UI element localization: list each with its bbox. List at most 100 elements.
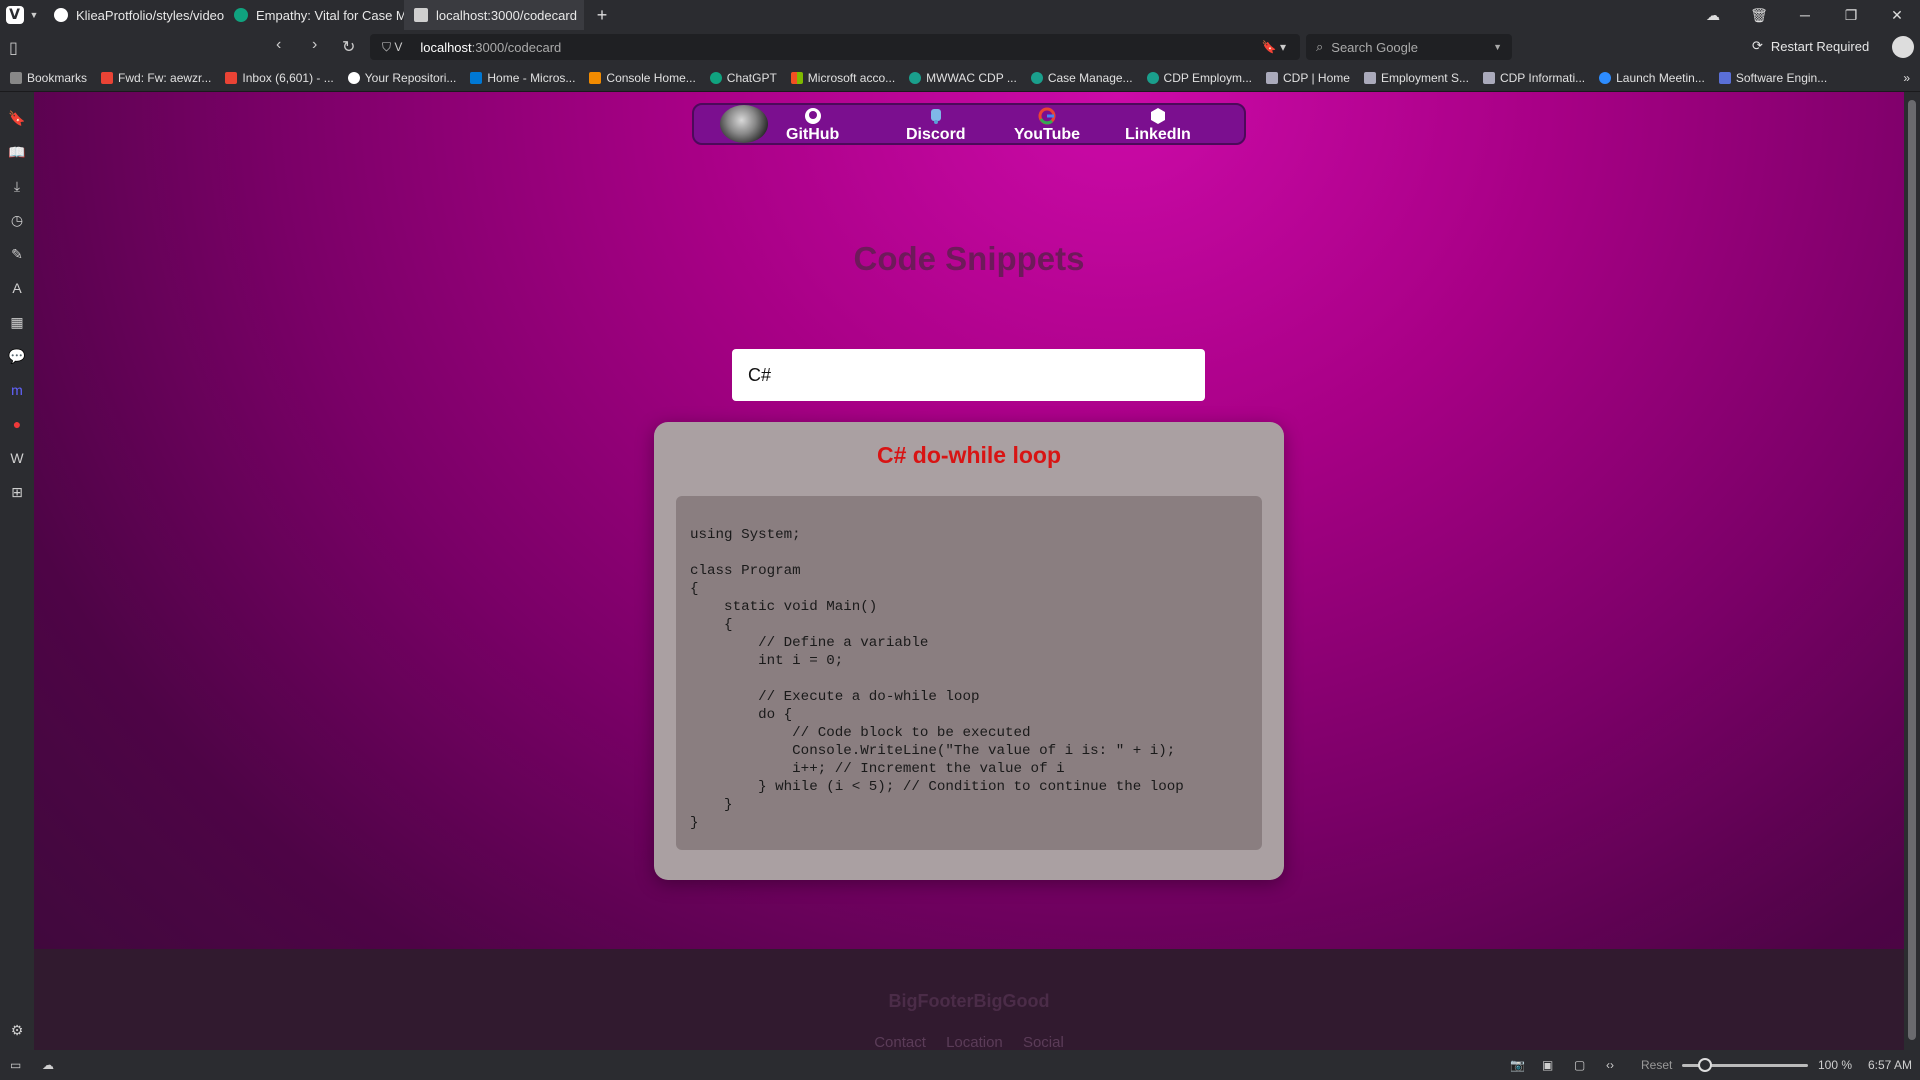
tab-title: Empathy: Vital for Case Ma xyxy=(256,7,404,23)
profile-avatar[interactable] xyxy=(1892,36,1914,58)
bookmark-item[interactable]: Employment S... xyxy=(1363,71,1469,85)
nav-youtube[interactable]: YouTube xyxy=(1014,105,1080,145)
sync-cloud-icon[interactable]: ☁ xyxy=(42,1058,54,1072)
tab-github[interactable]: KlieaProtfolio/styles/video.r xyxy=(44,0,224,30)
bookmark-label: CDP Informati... xyxy=(1499,70,1586,85)
panel-toggle-icon[interactable]: ▭ xyxy=(10,1058,21,1072)
mastodon-icon[interactable]: m xyxy=(7,380,27,400)
github-icon xyxy=(804,107,822,125)
scrollbar-thumb[interactable] xyxy=(1908,100,1916,1040)
image-toggle-icon[interactable]: ▣ xyxy=(1542,1058,1553,1072)
chevron-down-icon: ▼ xyxy=(29,10,39,20)
maximize-button[interactable]: ❐ xyxy=(1828,7,1874,24)
bookmark-item[interactable]: Console Home... xyxy=(589,70,696,85)
chatgpt-icon xyxy=(234,8,248,22)
zoom-reset-button[interactable]: Reset xyxy=(1641,1058,1672,1072)
bookmark-label: Console Home... xyxy=(606,70,696,85)
capture-camera-icon[interactable]: 📷 xyxy=(1510,1058,1525,1072)
calendar-icon[interactable]: ▦ xyxy=(7,312,27,332)
site-icon xyxy=(1363,71,1376,84)
bookmark-item[interactable]: Software Engin... xyxy=(1718,71,1827,85)
notes-icon[interactable]: ✎ xyxy=(7,244,27,264)
github-icon xyxy=(347,71,360,84)
feed-icon[interactable]: 💬 xyxy=(7,346,27,366)
address-input[interactable]: ⛉ V localhost:3000/codecard 🔖 ▾ xyxy=(370,34,1300,60)
azure-icon xyxy=(470,71,483,84)
zoom-icon xyxy=(1599,71,1612,84)
bookmark-item[interactable]: Bookmarks xyxy=(10,71,87,85)
close-button[interactable]: ✕ xyxy=(1874,7,1920,24)
bookmark-label: Bookmarks xyxy=(27,70,88,85)
bookmark-label: Home - Micros... xyxy=(487,70,576,85)
bookmark-item[interactable]: Inbox (6,601) - ... xyxy=(225,71,334,85)
bookmark-item[interactable]: CDP Employm... xyxy=(1146,71,1252,85)
new-tab-button[interactable]: + xyxy=(584,5,620,26)
tab-codecard[interactable]: localhost:3000/codecard xyxy=(404,0,584,30)
bookmark-item[interactable]: Launch Meetin... xyxy=(1599,71,1705,85)
google-icon xyxy=(1038,107,1056,125)
reload-icon[interactable]: ↻ xyxy=(342,37,355,57)
more-bookmarks-icon[interactable]: » xyxy=(1903,71,1910,85)
browser-menu-button[interactable]: V ▼ xyxy=(0,0,44,30)
tab-title: localhost:3000/codecard xyxy=(436,7,577,23)
bookmark-label: MWWAC CDP ... xyxy=(926,70,1017,85)
bookmark-item[interactable]: MWWAC CDP ... xyxy=(909,71,1017,85)
search-google-input[interactable]: ⌕ Search Google ▼ xyxy=(1306,34,1512,60)
tab-chatgpt[interactable]: Empathy: Vital for Case Ma xyxy=(224,0,404,30)
address-bar-row: ▯ ‹ › ↻ ⛉ V localhost:3000/codecard 🔖 ▾ … xyxy=(0,30,1920,64)
translate-icon[interactable]: A xyxy=(7,278,27,298)
nav-linkedin[interactable]: LinkedIn xyxy=(1125,105,1191,145)
footer-link-social[interactable]: Social xyxy=(1023,1034,1064,1050)
footer-link-location[interactable]: Location xyxy=(946,1034,1003,1050)
nav-github[interactable]: GitHub xyxy=(786,105,839,145)
chevron-down-icon[interactable]: ▼ xyxy=(1493,42,1502,52)
web-page: GitHub Discord YouTube LinkedIn Code Sni… xyxy=(34,92,1904,1050)
bookmark-label: Launch Meetin... xyxy=(1616,70,1705,85)
bookmark-label: Your Repositori... xyxy=(364,70,457,85)
top-nav: GitHub Discord YouTube LinkedIn xyxy=(692,103,1246,145)
code-icon[interactable]: ‹› xyxy=(1606,1058,1614,1072)
bookmark-item[interactable]: CDP Informati... xyxy=(1482,70,1586,85)
salesforce-icon xyxy=(909,71,922,84)
site-icon xyxy=(1266,71,1279,84)
add-panel-icon[interactable]: ⊞ xyxy=(7,482,27,502)
reading-list-icon[interactable]: 📖 xyxy=(7,142,27,162)
restart-required-button[interactable]: ⟳ Restart Required xyxy=(1752,38,1869,54)
bookmark-item[interactable]: Fwd: Fw: aewzr... xyxy=(101,71,211,85)
page-scrollbar[interactable] xyxy=(1904,92,1920,1050)
bookmark-item[interactable]: CDP | Home xyxy=(1266,71,1350,85)
bookmarks-panel-icon[interactable]: 🔖 xyxy=(7,108,27,128)
search-placeholder: Search Google xyxy=(1331,39,1419,55)
bookmark-item[interactable]: Home - Micros... xyxy=(470,71,575,85)
cloud-icon[interactable]: ☁ xyxy=(1690,7,1736,24)
panel-toggle-icon[interactable]: ▯ xyxy=(9,38,18,58)
site-icon xyxy=(1718,71,1731,84)
back-icon[interactable]: ‹ xyxy=(276,36,281,54)
zoom-slider-handle[interactable] xyxy=(1698,1058,1712,1072)
forward-icon[interactable]: › xyxy=(312,36,317,54)
minimize-button[interactable]: ─ xyxy=(1782,7,1828,23)
bookmark-item[interactable]: Your Repositori... xyxy=(347,70,457,85)
discord-icon xyxy=(927,107,945,125)
search-icon: ⌕ xyxy=(1316,39,1324,54)
footer: BigFooterBigGood Contact Location Social xyxy=(34,949,1904,1050)
bookmarks-bar: Bookmarks Fwd: Fw: aewzr... Inbox (6,601… xyxy=(0,64,1920,92)
bookmark-icon[interactable]: 🔖 ▾ xyxy=(1262,40,1286,54)
profile-avatar[interactable] xyxy=(720,105,768,143)
trash-icon[interactable]: 🗑 xyxy=(1736,7,1782,24)
url-host: localhost xyxy=(420,39,472,55)
shield-icon[interactable]: ⛉ V xyxy=(382,40,402,55)
settings-gear-icon[interactable]: ⚙ xyxy=(7,1020,27,1040)
page-tiling-icon[interactable]: ▢ xyxy=(1574,1058,1585,1072)
bookmark-label: ChatGPT xyxy=(726,70,777,85)
wikipedia-icon[interactable]: W xyxy=(7,448,27,468)
vivaldi-icon[interactable]: ● xyxy=(7,414,27,434)
history-icon[interactable]: ◷ xyxy=(7,210,27,230)
snippet-search-input[interactable] xyxy=(732,349,1205,401)
footer-link-contact[interactable]: Contact xyxy=(874,1034,926,1050)
bookmark-item[interactable]: ChatGPT xyxy=(709,70,777,85)
nav-discord[interactable]: Discord xyxy=(906,105,966,145)
downloads-icon[interactable]: ⤓ xyxy=(7,176,27,196)
bookmark-item[interactable]: Case Manage... xyxy=(1030,71,1133,85)
bookmark-item[interactable]: Microsoft acco... xyxy=(790,71,895,85)
